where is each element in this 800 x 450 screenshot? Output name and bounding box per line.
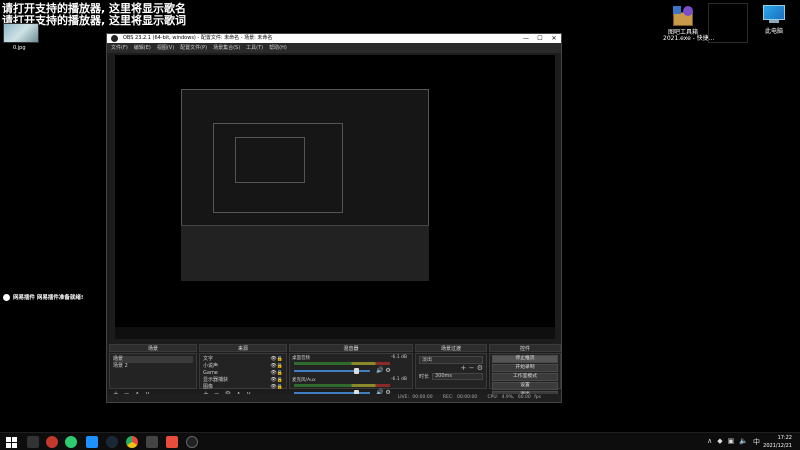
channel-name: 桌面音频 xyxy=(292,356,310,361)
menu-scene-collection[interactable]: 场景集合(S) xyxy=(213,43,240,53)
controls-dock: 控件 停止推流 开始录制 工作室模式 设置 退出 xyxy=(489,344,561,399)
sources-dock-title: 来源 xyxy=(199,344,287,352)
plugin-status: 网易插件 网易插件准备就绪! xyxy=(3,293,83,301)
rec-timer: REC: 00:00:00 xyxy=(442,395,478,400)
obs-logo-icon xyxy=(111,35,118,42)
transitions-dock: 场景过渡 淡出 + − ⚙ 时长 300ms xyxy=(415,344,487,399)
channel-name: 麦克风/Aux xyxy=(292,378,316,383)
toolbox-icon xyxy=(671,4,695,28)
menu-tools[interactable]: 工具(T) xyxy=(246,43,263,53)
add-transition-icon[interactable]: + xyxy=(461,364,467,372)
minimize-icon[interactable]: — xyxy=(519,34,533,43)
mixer-dock-title: 混音器 xyxy=(289,344,413,352)
maximize-icon[interactable]: ☐ xyxy=(533,34,547,43)
network-icon[interactable]: ▣ xyxy=(728,437,735,447)
mixer-channel-desktop: 桌面音频 -6.1 dB 🔊 ⚙ xyxy=(292,355,410,377)
source-item[interactable]: Game 👁🔒 xyxy=(203,370,283,377)
transitions-dock-title: 场景过渡 xyxy=(415,344,487,352)
visibility-lock-icon[interactable]: 👁🔒 xyxy=(270,377,283,384)
tray-app-icon[interactable]: ◆ xyxy=(717,437,722,447)
scenes-dock-title: 场景 xyxy=(109,344,197,352)
app-blue-icon[interactable] xyxy=(86,436,98,448)
obs-title: OBS 23.2.1 (64-bit, windows) - 配置文件: 未命名… xyxy=(123,35,273,41)
obs-window[interactable]: OBS 23.2.1 (64-bit, windows) - 配置文件: 未命名… xyxy=(106,33,562,403)
cpu-fps: CPU: 4.9%, 60.00 fps xyxy=(487,395,542,400)
menu-edit[interactable]: 编辑(E) xyxy=(134,43,151,53)
scene-item[interactable]: 场景 xyxy=(113,356,193,363)
obs-menu-bar: 文件(F) 编辑(E) 视图(V) 配置文件(P) 场景集合(S) 工具(T) … xyxy=(107,43,561,53)
menu-view[interactable]: 视图(V) xyxy=(157,43,174,53)
clock-date: 2021/12/21 xyxy=(763,443,792,449)
app-icon[interactable] xyxy=(146,436,158,448)
mixer-channels: 桌面音频 -6.1 dB 🔊 ⚙ 麦克风/Aux -6.1 dB 🔊 ⚙ xyxy=(289,353,413,396)
controls-dock-title: 控件 xyxy=(489,344,561,352)
status-dot-icon xyxy=(3,294,10,301)
live-timer: LIVE: 00:00:00 xyxy=(397,395,433,400)
taskbar: ∧ ◆ ▣ 🔈 中 17:22 2021/12/21 xyxy=(0,432,800,450)
preview-canvas[interactable] xyxy=(115,55,555,339)
chrome-icon[interactable] xyxy=(126,436,138,448)
controls-body: 停止推流 开始录制 工作室模式 设置 退出 xyxy=(489,353,561,399)
settings-button[interactable]: 设置 xyxy=(492,382,558,390)
start-recording-button[interactable]: 开始录制 xyxy=(492,364,558,372)
obs-taskbar-icon[interactable] xyxy=(186,436,198,448)
nested-taskbar xyxy=(115,327,555,339)
app-g-icon[interactable] xyxy=(46,436,58,448)
game-icon[interactable] xyxy=(27,436,39,448)
visibility-lock-icon[interactable]: 👁🔒 xyxy=(270,356,283,363)
desktop-shortcut-toolbox[interactable]: 图吧工具箱 2021.exe - 快捷... xyxy=(663,4,715,42)
ime-icon[interactable]: 中 xyxy=(753,437,760,447)
desktop-shortcut-blank[interactable] xyxy=(708,3,748,43)
close-icon[interactable]: ✕ xyxy=(547,34,561,43)
studio-mode-button[interactable]: 工作室模式 xyxy=(492,373,558,381)
visibility-lock-icon[interactable]: 👁🔒 xyxy=(270,363,283,370)
desktop: 请打开支持的播放器, 这里将显示歌名 请打开支持的播放器, 这里将显示歌词 0.… xyxy=(0,0,800,450)
taskbar-clock[interactable]: 17:22 2021/12/21 xyxy=(763,434,792,450)
nested-docks xyxy=(181,225,429,281)
menu-profile[interactable]: 配置文件(P) xyxy=(180,43,207,53)
volume-slider-handle[interactable] xyxy=(354,368,359,374)
sources-dock: 来源 文字👁🔒 小说声👁🔒 Game👁🔒 显示器捕获👁🔒 图像👁🔒 + − ⚙ … xyxy=(199,344,287,399)
clock-time: 17:22 xyxy=(777,435,792,441)
scene-item[interactable]: 场景 2 xyxy=(113,363,193,370)
menu-file[interactable]: 文件(F) xyxy=(111,43,128,53)
thumbnail-label: 0.jpg xyxy=(13,45,26,51)
scenes-list: 场景 场景 2 xyxy=(109,353,197,389)
system-tray: ∧ ◆ ▣ 🔈 中 xyxy=(707,437,760,447)
channel-db: -6.1 dB xyxy=(390,355,407,360)
desktop-shortcut-this-pc[interactable]: 此电脑 xyxy=(755,5,793,35)
computer-icon xyxy=(763,5,785,20)
menu-help[interactable]: 帮助(H) xyxy=(269,43,287,53)
volume-meter xyxy=(294,384,390,387)
duration-label: 时长 xyxy=(419,374,430,380)
remove-transition-icon[interactable]: − xyxy=(469,364,475,372)
image-thumbnail[interactable] xyxy=(3,23,39,43)
obs-status-bar: LIVE: 00:00:00 REC: 00:00:00 CPU: 4.9%, … xyxy=(107,394,561,402)
stop-streaming-button[interactable]: 停止推流 xyxy=(492,355,558,363)
source-item[interactable]: 显示器捕获 👁🔒 xyxy=(203,377,283,384)
volume-meter xyxy=(294,362,390,365)
sources-list: 文字 👁🔒 小说声 👁🔒 Game 👁🔒 显示器捕获 👁🔒 图像 👁🔒 xyxy=(199,353,287,390)
source-item[interactable]: 文字 👁🔒 xyxy=(203,356,283,363)
duration-input[interactable]: 300ms xyxy=(432,373,483,380)
channel-db: -6.1 dB xyxy=(390,377,407,382)
audio-mixer-dock: 混音器 桌面音频 -6.1 dB 🔊 ⚙ 麦克风/Aux -6.1 dB 🔊 ⚙ xyxy=(289,344,413,399)
volume-icon[interactable]: 🔈 xyxy=(739,437,748,447)
gear-icon[interactable]: ⚙ xyxy=(477,364,483,372)
transition-select[interactable]: 淡出 xyxy=(419,356,483,364)
scenes-dock: 场景 场景 场景 2 + − ∧ ∨ xyxy=(109,344,197,399)
gear-icon[interactable]: ⚙ xyxy=(385,367,390,374)
wechat-icon[interactable] xyxy=(65,436,77,448)
steam-icon[interactable] xyxy=(106,436,118,448)
speaker-icon[interactable]: 🔊 xyxy=(376,367,383,374)
netease-music-icon[interactable] xyxy=(166,436,178,448)
visibility-lock-icon[interactable]: 👁🔒 xyxy=(270,370,283,377)
up-chevron-icon[interactable]: ∧ xyxy=(707,437,712,447)
obs-title-bar[interactable]: OBS 23.2.1 (64-bit, windows) - 配置文件: 未命名… xyxy=(107,34,561,43)
source-item[interactable]: 小说声 👁🔒 xyxy=(203,363,283,370)
nested-preview-3 xyxy=(235,137,305,183)
windows-start-icon[interactable] xyxy=(5,436,17,448)
transitions-body: 淡出 + − ⚙ 时长 300ms xyxy=(415,353,487,389)
